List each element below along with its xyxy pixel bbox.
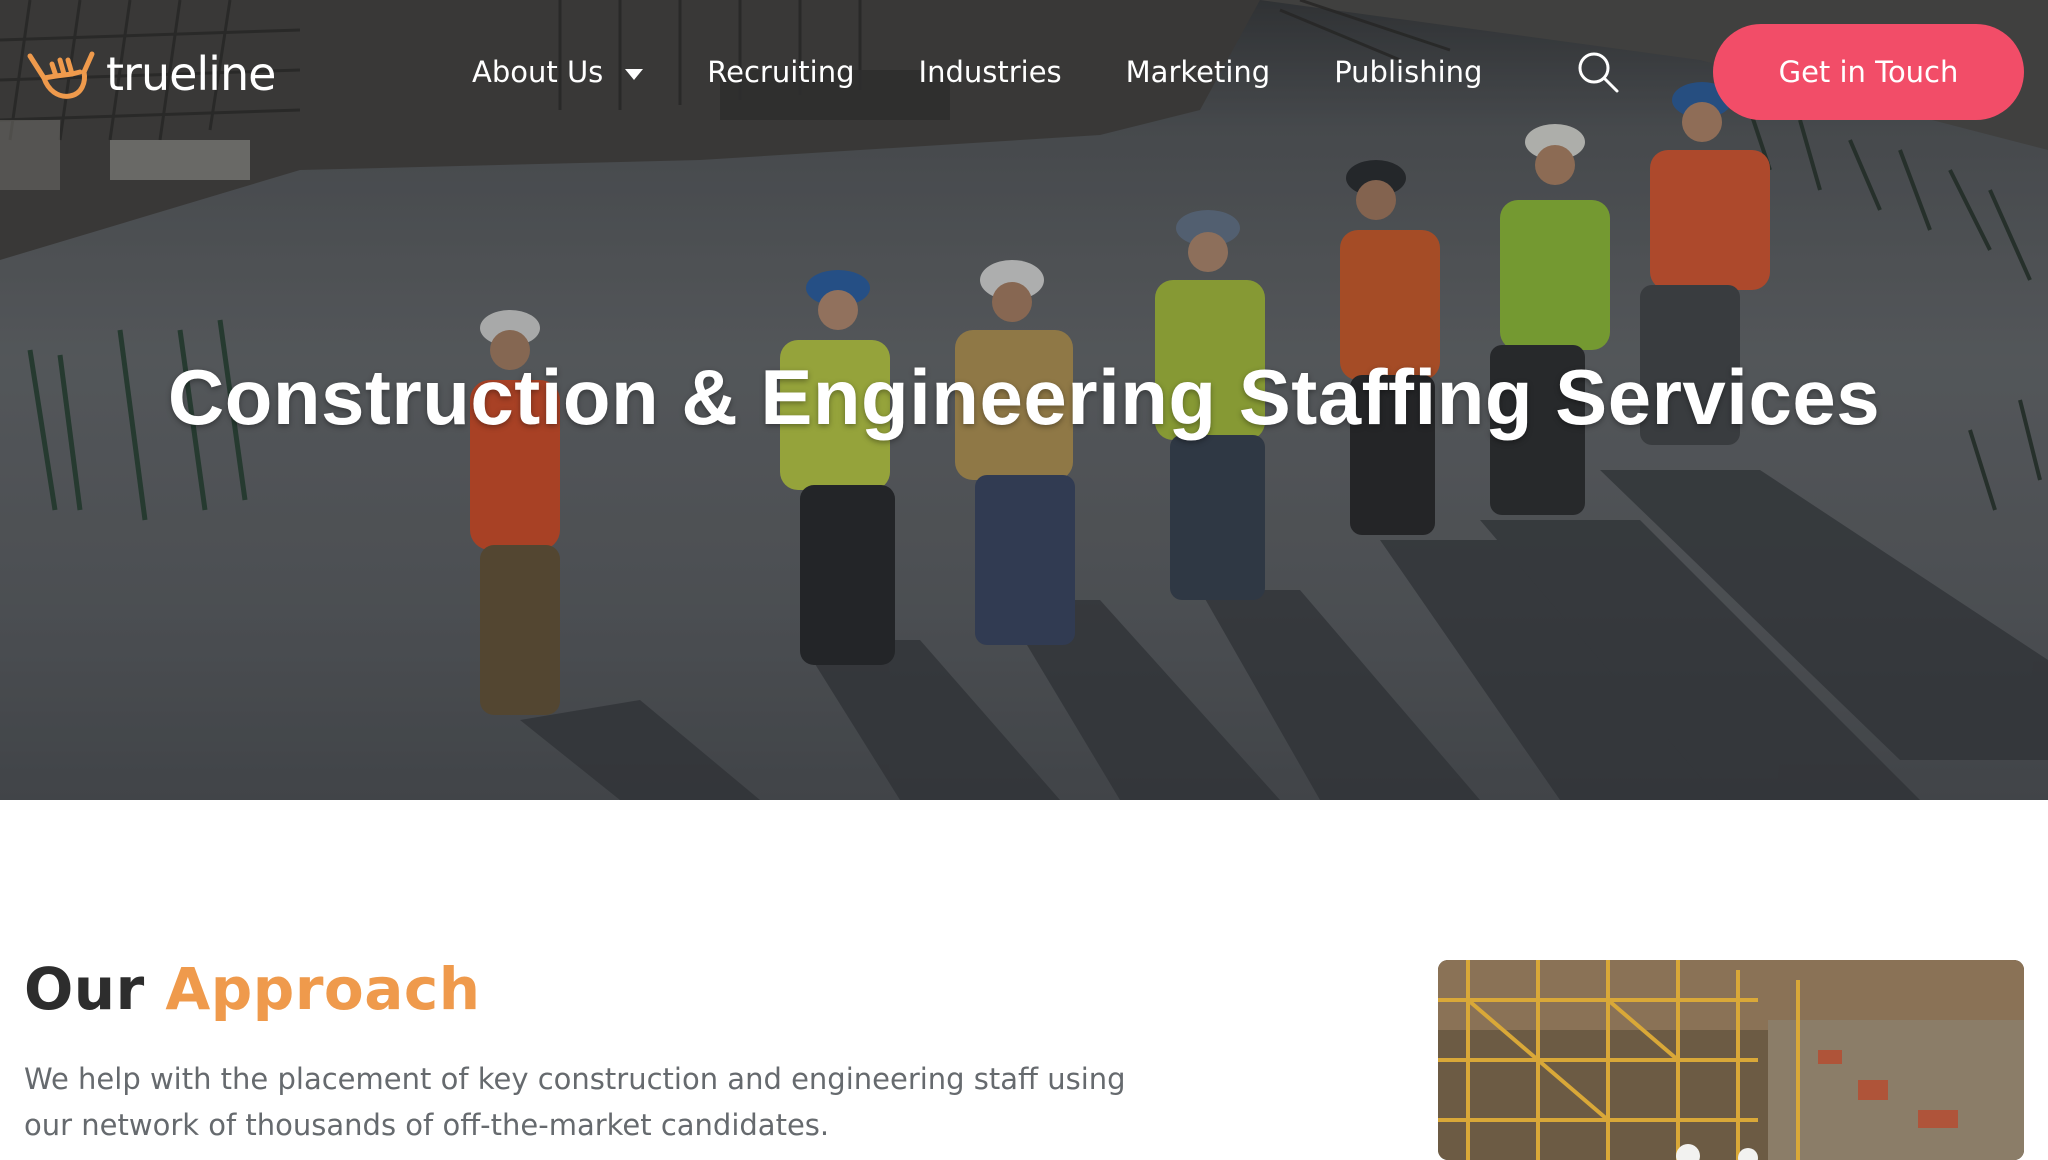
scaffolding-image (1438, 960, 2024, 1160)
shaka-hand-icon (27, 51, 95, 99)
get-in-touch-button[interactable]: Get in Touch (1713, 24, 2024, 120)
nav-item-label: Industries (918, 55, 1062, 89)
approach-heading: Our Approach (24, 955, 481, 1023)
hero-title: Construction & Engineering Staffing Serv… (167, 353, 1881, 441)
nav-item-label: Marketing (1125, 55, 1271, 89)
brand-name: trueline (106, 47, 276, 101)
approach-description: We help with the placement of key constr… (24, 1056, 1184, 1148)
nav-item-recruiting[interactable]: Recruiting (707, 48, 854, 96)
search-icon (1578, 52, 1619, 93)
nav-item-publishing[interactable]: Publishing (1334, 48, 1482, 96)
hero-section: trueline About Us Recruiting Industries … (0, 0, 2048, 800)
caret-down-icon (625, 68, 644, 80)
nav-item-marketing[interactable]: Marketing (1126, 48, 1271, 96)
nav-item-label: Recruiting (707, 55, 855, 89)
site-header: trueline About Us Recruiting Industries … (0, 0, 2048, 144)
brand-logo[interactable]: trueline (22, 42, 276, 106)
approach-heading-part1: Our (24, 955, 145, 1023)
scaffolding-photo (1438, 960, 2024, 1160)
nav-item-label: Publishing (1334, 55, 1483, 89)
main-nav: About Us Recruiting Industries Marketing… (472, 48, 1482, 96)
nav-item-about-us[interactable]: About Us (472, 48, 644, 96)
nav-item-label: About Us (472, 55, 604, 89)
search-button[interactable] (1576, 50, 1620, 94)
nav-item-industries[interactable]: Industries (919, 48, 1062, 96)
approach-heading-accent: Approach (165, 955, 481, 1023)
approach-description-line2: our network of thousands of off-the-mark… (24, 1108, 830, 1142)
approach-description-line1: We help with the placement of key constr… (24, 1062, 1126, 1096)
